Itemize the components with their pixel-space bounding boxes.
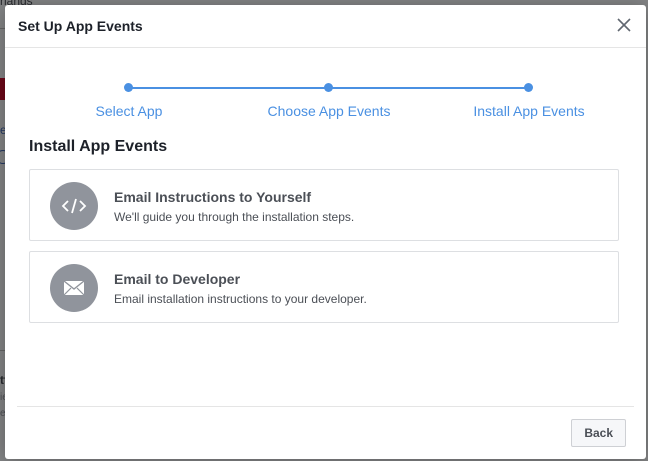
step-dot-select-app — [124, 83, 133, 92]
back-button[interactable]: Back — [571, 419, 626, 447]
step-dot-choose-app-events — [324, 83, 333, 92]
close-icon — [617, 18, 631, 32]
dialog-title: Set Up App Events — [18, 18, 143, 34]
code-icon — [50, 182, 98, 230]
option-description: Email installation instructions to your … — [114, 292, 367, 306]
setup-app-events-dialog: Set Up App Events Select App Choose App … — [5, 5, 646, 459]
email-to-developer-option[interactable]: Email to Developer Email installation in… — [29, 251, 619, 323]
option-title: Email to Developer — [114, 271, 241, 287]
step-choose-app-events[interactable]: Choose App Events — [268, 103, 391, 119]
step-install-app-events[interactable]: Install App Events — [473, 103, 584, 119]
footer-divider — [17, 406, 634, 407]
step-dot-install-app-events — [524, 83, 533, 92]
dialog-header: Set Up App Events — [5, 5, 646, 48]
section-title: Install App Events — [29, 138, 168, 155]
progress-stepper: Select App Choose App Events Install App… — [5, 47, 646, 127]
email-instructions-yourself-option[interactable]: Email Instructions to Yourself We'll gui… — [29, 169, 619, 241]
step-select-app[interactable]: Select App — [96, 103, 163, 119]
option-description: We'll guide you through the installation… — [114, 210, 355, 224]
envelope-icon — [50, 264, 98, 312]
option-title: Email Instructions to Yourself — [114, 189, 312, 205]
close-button[interactable] — [614, 15, 634, 35]
